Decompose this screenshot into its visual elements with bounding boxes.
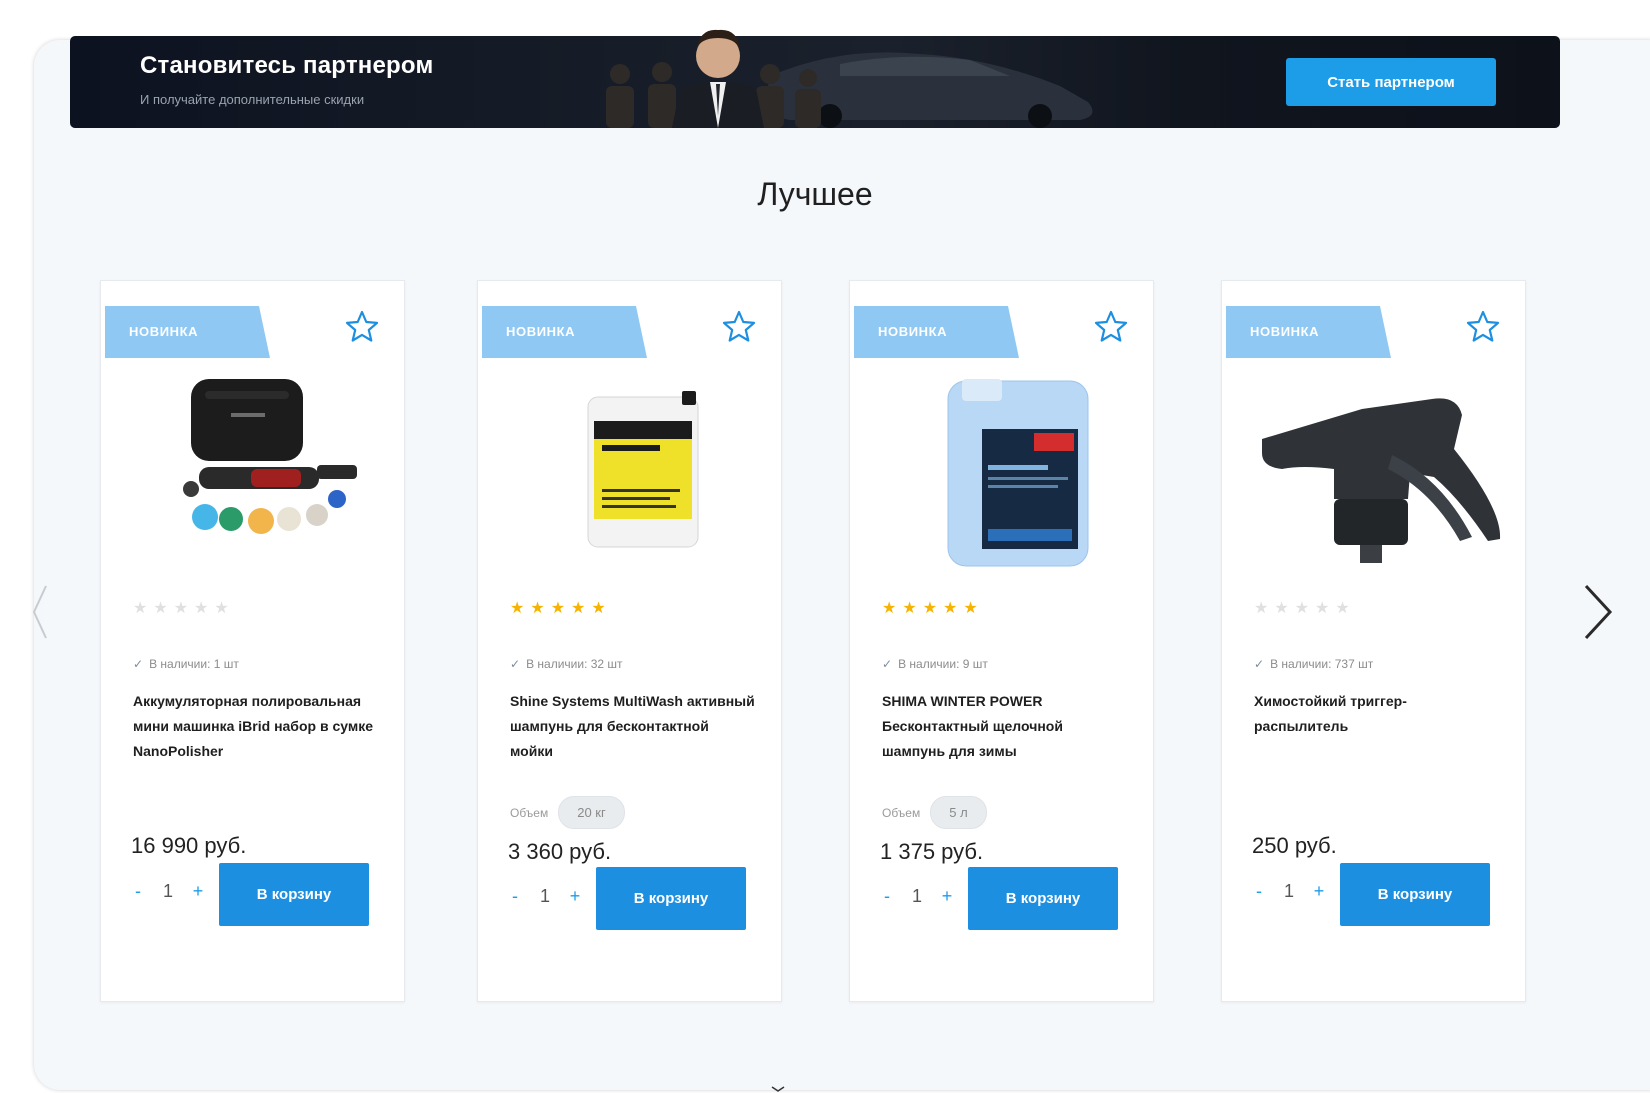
stock-status: ✓ В наличии: 737 шт [1254,657,1373,671]
shampoo-canister-image[interactable] [498,369,763,574]
partner-banner[interactable]: Становитесь партнером И получайте дополн… [70,29,1560,128]
rating-stars: ★ ★ ★ ★ ★ [133,601,229,617]
rating-star-icon[interactable]: ★ [1315,601,1329,617]
volume-label: Объем [882,805,921,820]
quantity-stepper[interactable]: - 1 + [508,886,582,907]
rating-star-icon[interactable]: ★ [551,601,565,617]
rating-star-icon[interactable]: ★ [530,601,544,617]
polisher-kit-image[interactable] [121,369,386,574]
banner-subtitle: И получайте дополнительные скидки [140,92,365,107]
rating-star-icon[interactable]: ★ [153,601,167,617]
rating-star-icon[interactable]: ★ [882,601,896,617]
volume-selector[interactable]: Объем 5 л [882,796,987,829]
rating-star-icon[interactable]: ★ [194,601,208,617]
product-price: 250 руб. [1252,833,1337,858]
add-to-cart-button[interactable]: В корзину [596,867,746,930]
stock-status: ✓ В наличии: 9 шт [882,657,988,671]
section-title: Лучшее [757,176,873,212]
quantity-stepper[interactable]: - 1 + [131,881,205,902]
favorite-star-icon[interactable] [1093,309,1129,345]
volume-selector[interactable]: Объем 20 кг [510,796,625,829]
volume-option[interactable]: 5 л [930,796,987,829]
rating-star-icon[interactable]: ★ [174,601,188,617]
qty-value[interactable]: 1 [540,886,550,907]
product-price: 16 990 руб. [131,833,247,858]
trigger-sprayer-image[interactable] [1242,369,1507,574]
rating-star-icon[interactable]: ★ [1254,601,1268,617]
qty-value[interactable]: 1 [163,881,173,902]
new-badge: НОВИНКА [1226,306,1391,358]
qty-plus-button[interactable]: + [1312,881,1326,902]
check-icon: ✓ [510,657,521,671]
product-title[interactable]: Аккумуляторная полировальная мини машинк… [133,689,378,764]
new-badge: НОВИНКА [105,306,270,358]
add-to-cart-button[interactable]: В корзину [1340,863,1490,926]
product-card[interactable]: НОВИНКА ★ ★ ★ ★ ★ ✓ В наличии: 9 шт SHIMA WIN… [849,280,1154,1002]
stock-text: В наличии: 32 шт [526,657,623,671]
become-partner-button[interactable]: Стать партнером [1286,58,1496,106]
qty-value[interactable]: 1 [912,886,922,907]
qty-minus-button[interactable]: - [508,886,522,907]
qty-minus-button[interactable]: - [1252,881,1266,902]
product-card[interactable]: НОВИНКА ★ ★ ★ ★ ★ ✓ В наличии: 737 шт Химосто… [1221,280,1526,1002]
banner-people-car-image [606,29,1093,128]
volume-label: Объем [510,805,549,820]
favorite-star-icon[interactable] [344,309,380,345]
favorite-star-icon[interactable] [721,309,757,345]
stock-text: В наличии: 737 шт [1270,657,1374,671]
rating-star-icon[interactable]: ★ [214,601,228,617]
qty-minus-button[interactable]: - [131,881,145,902]
stock-text: В наличии: 9 шт [898,657,988,671]
qty-plus-button[interactable]: + [568,886,582,907]
winter-shampoo-canister-image[interactable] [870,369,1135,574]
rating-star-icon[interactable]: ★ [1335,601,1349,617]
check-icon: ✓ [133,657,144,671]
rating-star-icon[interactable]: ★ [923,601,937,617]
add-to-cart-button[interactable]: В корзину [968,867,1118,930]
check-icon: ✓ [882,657,893,671]
add-to-cart-button[interactable]: В корзину [219,863,369,926]
product-title[interactable]: Shine Systems MultiWash активный шампунь… [510,689,755,764]
product-title[interactable]: SHIMA WINTER POWER Бесконтактный щелочно… [882,689,1127,764]
quantity-stepper[interactable]: - 1 + [880,886,954,907]
new-badge: НОВИНКА [482,306,647,358]
volume-option[interactable]: 20 кг [558,796,625,829]
rating-star-icon[interactable]: ★ [571,601,585,617]
rating-star-icon[interactable]: ★ [943,601,957,617]
rating-star-icon[interactable]: ★ [902,601,916,617]
rating-star-icon[interactable]: ★ [1274,601,1288,617]
product-card[interactable]: НОВИНКА ★ ★ ★ ★ ★ ✓ В наличии: 1 шт Аккумулят… [100,280,405,1002]
quantity-stepper[interactable]: - 1 + [1252,881,1326,902]
stock-text: В наличии: 1 шт [149,657,239,671]
rating-star-icon[interactable]: ★ [591,601,605,617]
qty-plus-button[interactable]: + [940,886,954,907]
rating-stars: ★ ★ ★ ★ ★ [882,601,978,617]
rating-star-icon[interactable]: ★ [963,601,977,617]
product-title[interactable]: Химостойкий триггер-распылитель [1254,689,1499,739]
favorite-star-icon[interactable] [1465,309,1501,345]
rating-star-icon[interactable]: ★ [510,601,524,617]
rating-stars: ★ ★ ★ ★ ★ [510,601,606,617]
rating-stars: ★ ★ ★ ★ ★ [1254,601,1350,617]
qty-plus-button[interactable]: + [191,881,205,902]
product-card[interactable]: НОВИНКА ★ ★ ★ ★ ★ ✓ В наличии: 32 шт Shine Sy… [477,280,782,1002]
rating-star-icon[interactable]: ★ [1295,601,1309,617]
product-price: 3 360 руб. [508,839,612,864]
banner-title: Становитесь партнером [140,52,434,79]
qty-value[interactable]: 1 [1284,881,1294,902]
chevron-down-icon[interactable] [770,1086,786,1092]
rating-star-icon[interactable]: ★ [133,601,147,617]
product-price: 1 375 руб. [880,839,984,864]
stock-status: ✓ В наличии: 32 шт [510,657,623,671]
stock-status: ✓ В наличии: 1 шт [133,657,239,671]
carousel-prev-icon[interactable] [30,580,48,644]
check-icon: ✓ [1254,657,1265,671]
new-badge: НОВИНКА [854,306,1019,358]
carousel-next-icon[interactable] [1578,580,1618,644]
qty-minus-button[interactable]: - [880,886,894,907]
